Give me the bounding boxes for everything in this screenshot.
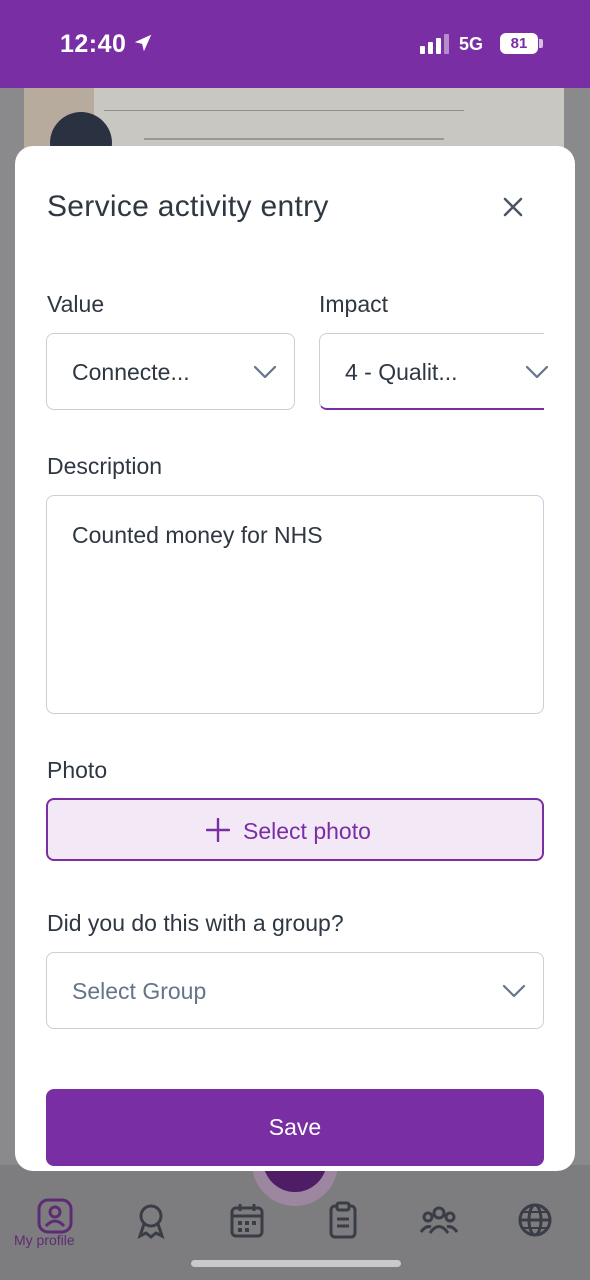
description-value: Counted money for NHS bbox=[72, 522, 323, 548]
battery-tip bbox=[539, 39, 543, 48]
clipboard-icon[interactable] bbox=[323, 1200, 363, 1240]
service-activity-modal: Service activity entry Value Connecte...… bbox=[15, 146, 575, 1171]
photo-label: Photo bbox=[47, 757, 108, 783]
group-question-label: Did you do this with a group? bbox=[47, 910, 344, 936]
cellular-signal-icon bbox=[420, 34, 449, 54]
group-select[interactable]: Select Group bbox=[46, 952, 544, 1029]
select-photo-button[interactable]: Select photo bbox=[46, 798, 544, 861]
chevron-down-icon bbox=[253, 365, 277, 379]
value-selected: Connecte... bbox=[72, 359, 190, 385]
select-photo-label: Select photo bbox=[243, 818, 371, 844]
save-button[interactable]: Save bbox=[46, 1089, 544, 1166]
chevron-down-icon bbox=[525, 365, 549, 379]
group-icon[interactable] bbox=[419, 1200, 459, 1240]
value-label: Value bbox=[47, 291, 105, 317]
chevron-down-icon bbox=[502, 984, 526, 998]
description-label: Description bbox=[47, 453, 163, 479]
battery-icon: 81 bbox=[500, 33, 538, 54]
award-icon[interactable] bbox=[131, 1200, 171, 1240]
background-line bbox=[104, 110, 464, 111]
description-textarea[interactable]: Counted money for NHS bbox=[46, 495, 544, 714]
globe-icon[interactable] bbox=[515, 1200, 555, 1240]
plus-icon bbox=[206, 818, 230, 842]
status-time: 12:40 bbox=[60, 30, 127, 58]
battery-level: 81 bbox=[510, 35, 528, 52]
home-indicator bbox=[191, 1260, 401, 1267]
status-bar: 12:40 5G 81 bbox=[0, 0, 590, 88]
network-type: 5G bbox=[459, 34, 484, 54]
group-placeholder: Select Group bbox=[72, 978, 207, 1004]
profile-icon[interactable] bbox=[35, 1196, 75, 1236]
close-icon[interactable] bbox=[498, 192, 528, 222]
modal-title: Service activity entry bbox=[47, 190, 329, 223]
background-line bbox=[144, 138, 444, 140]
impact-selected: 4 - Qualit... bbox=[345, 359, 458, 385]
calendar-icon[interactable] bbox=[227, 1200, 267, 1240]
nav-label-my-profile[interactable]: My profile bbox=[14, 1232, 75, 1248]
impact-label: Impact bbox=[319, 291, 389, 317]
impact-select[interactable]: 4 - Qualit... bbox=[319, 333, 549, 410]
value-select[interactable]: Connecte... bbox=[46, 333, 295, 410]
location-arrow-icon bbox=[134, 34, 152, 52]
